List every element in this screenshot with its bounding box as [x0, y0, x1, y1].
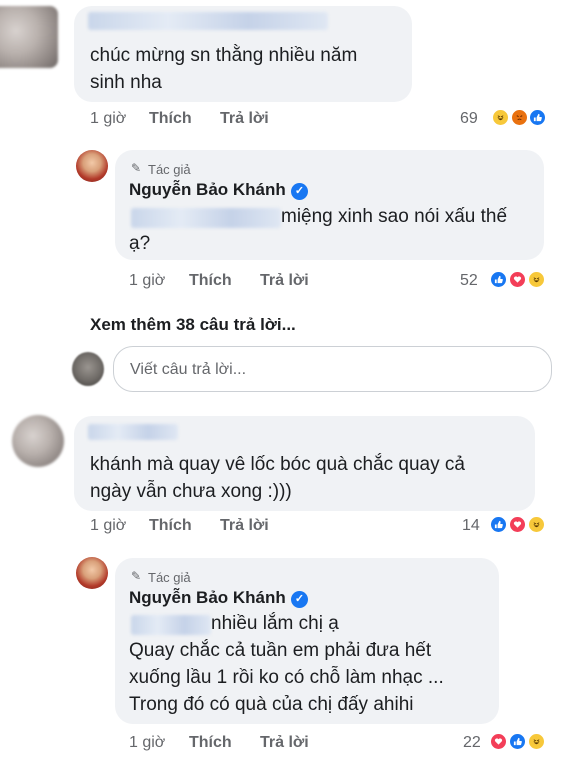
blurred-tagged-name[interactable]: [131, 208, 281, 228]
comment-text-line: chúc mừng sn thằng nhiều năm: [90, 45, 358, 66]
reply-bubble: ✎ Tác giả Nguyễn Bảo Khánh ✓ nhiều lắm c…: [115, 558, 499, 724]
haha-icon: [527, 732, 546, 751]
reaction-count[interactable]: 52: [460, 272, 478, 290]
like-link[interactable]: Thích: [149, 110, 192, 128]
haha-icon: [491, 108, 510, 127]
comment-time[interactable]: 1 giờ: [90, 517, 126, 535]
haha-icon: [527, 515, 546, 534]
like-link[interactable]: Thích: [149, 517, 192, 535]
like-icon: [508, 732, 527, 751]
see-more-replies-link[interactable]: Xem thêm 38 câu trả lời...: [90, 315, 296, 335]
comment-bubble: khánh mà quay vê lốc bóc quà chắc quay c…: [74, 416, 535, 511]
comment-bubble: chúc mừng sn thằng nhiều năm sinh nha: [74, 6, 412, 102]
reply-link[interactable]: Trả lời: [260, 734, 309, 752]
current-user-avatar: [72, 352, 104, 386]
love-icon: [508, 270, 527, 289]
love-icon: [508, 515, 527, 534]
pencil-icon: ✎: [131, 161, 142, 175]
like-icon: [489, 270, 508, 289]
reply-text-line: Trong đó có quà của chị đấy ahihi: [129, 694, 414, 715]
comment-time[interactable]: 1 giờ: [90, 110, 126, 128]
haha-icon: [527, 270, 546, 289]
blurred-commenter-name[interactable]: [88, 424, 178, 440]
pencil-icon: ✎: [131, 569, 142, 583]
reply-link[interactable]: Trả lời: [220, 110, 269, 128]
verified-badge-icon: ✓: [291, 591, 308, 608]
reply-input-placeholder: Viết câu trả lời...: [130, 361, 247, 378]
author-avatar[interactable]: [76, 557, 108, 589]
like-icon: [528, 108, 547, 127]
love-icon: [489, 732, 508, 751]
like-link[interactable]: Thích: [189, 272, 232, 290]
reply-link[interactable]: Trả lời: [220, 517, 269, 535]
like-link[interactable]: Thích: [189, 734, 232, 752]
blurred-commenter-name[interactable]: [88, 12, 328, 30]
reply-text-line: ạ?: [129, 233, 151, 254]
comment-text-line: sinh nha: [90, 72, 162, 93]
author-name[interactable]: Nguyễn Bảo Khánh: [129, 588, 286, 608]
reply-link[interactable]: Trả lời: [260, 272, 309, 290]
commenter-avatar[interactable]: [0, 6, 58, 68]
reply-time[interactable]: 1 giờ: [129, 734, 165, 752]
author-badge: Tác giả: [148, 162, 191, 177]
reply-input[interactable]: Viết câu trả lời...: [113, 346, 552, 392]
comment-text-line: ngày vẫn chưa xong :))): [90, 481, 292, 502]
comment-text-line: khánh mà quay vê lốc bóc quà chắc quay c…: [90, 454, 465, 475]
angry-icon: [510, 108, 529, 127]
author-avatar[interactable]: [76, 150, 108, 182]
reply-text-line: miệng xinh sao nói xấu thế: [281, 206, 508, 227]
author-badge: Tác giả: [148, 570, 191, 585]
reply-time[interactable]: 1 giờ: [129, 272, 165, 290]
reply-text-line: xuống lầu 1 rồi ko có chỗ làm nhạc ...: [129, 667, 444, 688]
reaction-count[interactable]: 14: [462, 517, 480, 535]
commenter-avatar[interactable]: [12, 415, 64, 467]
author-name[interactable]: Nguyễn Bảo Khánh: [129, 180, 286, 200]
verified-badge-icon: ✓: [291, 183, 308, 200]
reply-bubble: ✎ Tác giả Nguyễn Bảo Khánh ✓ miệng xinh …: [115, 150, 544, 260]
reply-text-line: nhiều lắm chị ạ: [211, 613, 339, 634]
blurred-tagged-name[interactable]: [131, 615, 211, 635]
reply-text-line: Quay chắc cả tuần em phải đưa hết: [129, 640, 432, 661]
reaction-count[interactable]: 22: [463, 734, 481, 752]
like-icon: [489, 515, 508, 534]
reaction-count[interactable]: 69: [460, 110, 478, 128]
